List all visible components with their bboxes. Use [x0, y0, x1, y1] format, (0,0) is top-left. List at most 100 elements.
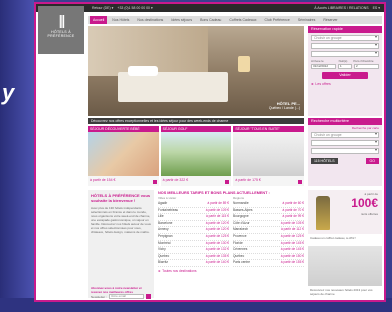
new-hotels-caption[interactable]: Découvrez nos nouveaux hôtels 2013 pour … [308, 286, 382, 298]
gift-promo[interactable]: à partir de 100€ nuits offertes [308, 190, 382, 234]
rate-row[interactable]: Provence à partir de 125 € [233, 234, 304, 241]
rate-row[interactable]: Québec à partir de 150 € [233, 254, 304, 261]
stay-card-image [233, 132, 305, 176]
welcome-column: HÔTELS À PRÉFÉRENCE vous souhaite la bie… [88, 190, 154, 298]
rate-price: à partir de 130 € [205, 240, 229, 245]
rate-price: à partir de 109 € [205, 207, 229, 212]
promo-column: à partir de 100€ nuits offertes Cadeau u… [308, 190, 382, 298]
rate-row[interactable]: Floride à partir de 145 € [233, 241, 304, 248]
nav-item-club[interactable]: Club Préférence [262, 18, 293, 22]
rate-row[interactable]: Montréal à partir de 130 € [158, 241, 229, 248]
rate-row[interactable]: Vichy à partir de 132 € [158, 247, 229, 254]
stay-card-price: à partir de 154 € [90, 178, 116, 182]
newsletter-email-input[interactable]: Votre email [108, 294, 144, 299]
criteria-select-1[interactable]: Choisir un groupe [311, 132, 379, 138]
rate-row[interactable]: Fontainebleau à partir de 109 € [158, 208, 229, 215]
stay-card[interactable]: SÉJOUR DÉCOUVERTE BÉBÉ à partir de 154 € [88, 126, 159, 186]
rate-row[interactable]: Marrakech à partir de 112 € [233, 227, 304, 234]
nav-item-sejours[interactable]: Idées séjours [168, 18, 195, 22]
rate-city: Barcelone [158, 220, 173, 225]
persons-field[interactable]: 2 [354, 64, 379, 69]
brand-logo[interactable]: ||| HÔTELS À PRÉFÉRENCE [38, 6, 84, 54]
rate-city: Annecy [158, 227, 169, 232]
newsletter-submit-button[interactable] [146, 294, 151, 299]
arrow-icon[interactable] [225, 180, 230, 184]
map-search-link[interactable]: Recherche par carte [308, 126, 382, 130]
newsletter-title: Abonnez-vous à notre newsletter et recev… [91, 286, 142, 294]
stay-card-price: à partir de 322 € [162, 178, 189, 182]
rate-city: Biarritz [158, 260, 168, 265]
rate-price: à partir de 132 € [205, 247, 229, 252]
stay-card-image [88, 132, 159, 176]
nav-item-coffrets[interactable]: Coffrets Cadeaux [226, 18, 259, 22]
nav-item-hotels[interactable]: Nos Hôtels [109, 18, 132, 22]
nav-item-destinations[interactable]: Nos destinations [134, 18, 166, 22]
booking-field-row: 31/12/2012 1 2 [311, 64, 379, 69]
all-destinations-link[interactable]: ► Toutes nos destinations [158, 269, 304, 273]
arrow-icon[interactable] [152, 180, 157, 184]
nav-item-seminaires[interactable]: Séminaires [295, 18, 319, 22]
rate-city: Normandie [233, 201, 249, 205]
arrival-date-field[interactable]: 31/12/2012 [311, 64, 336, 69]
criteria-select-2[interactable] [311, 140, 379, 146]
rate-price: à partir de 150 € [280, 253, 304, 258]
rate-price: à partir de 125 € [205, 233, 229, 238]
welcome-text: Avec plus de 130 hôtels indépendants sél… [91, 206, 151, 234]
rate-row[interactable]: Cévennes à partir de 145 € [233, 247, 304, 254]
quick-booking-title: Réservation rapide [308, 26, 382, 33]
hero-pillow [128, 66, 158, 76]
rate-price: à partir de 120 € [205, 220, 229, 225]
rate-price: à partir de 120 € [205, 227, 229, 232]
hotel-select[interactable] [311, 43, 379, 49]
nav-item-reserver[interactable]: Réserver [320, 18, 340, 22]
rate-price: à partir de 70 € [282, 207, 304, 212]
rate-row[interactable]: Perpignan à partir de 125 € [158, 234, 229, 241]
topbar-lang-select[interactable]: ES ▾ [373, 6, 380, 10]
gift-promo-price: 100€ [351, 196, 378, 210]
rate-city: Bourgogne [233, 214, 249, 219]
validate-button[interactable]: Valider [322, 72, 368, 79]
criteria-select-3[interactable] [311, 148, 379, 154]
hero-caption: HÔTEL PE... Québec / Lande (...) [269, 101, 300, 110]
new-hotels-promo[interactable] [308, 246, 382, 286]
stay-card[interactable]: SÉJOUR "TOUS EN SUITE" à partir de 175 € [233, 126, 305, 186]
nav-item-accueil[interactable]: Accueil [90, 16, 108, 24]
arrow-icon[interactable] [298, 180, 303, 184]
nights-field[interactable]: 1 [338, 64, 352, 69]
rate-city: Vichy [158, 247, 166, 252]
quick-booking-panel: Réservation rapide Choisir un groupe Arr… [308, 26, 382, 116]
rate-row[interactable]: Agadir à partir de 89 € [158, 201, 229, 208]
rate-row[interactable]: Barcelone à partir de 120 € [158, 221, 229, 228]
rate-city: Perpignan [158, 233, 173, 238]
best-rates-column: Villes à visiter Agadir à partir de 89 € … [158, 196, 229, 267]
city-select[interactable] [311, 51, 379, 57]
rate-row[interactable]: Bourgogne à partir de 99 € [233, 214, 304, 221]
search-result-row: 115 HÔTELS GO [311, 158, 379, 164]
rate-city: Provence [233, 233, 247, 238]
group-select[interactable]: Choisir un groupe [311, 35, 379, 41]
topbar-access-link[interactable]: À Accès LIBRAIRES / RELATIONS [314, 6, 368, 10]
rate-price: à partir de 115 € [206, 214, 229, 219]
nav-item-bons-cadeau[interactable]: Bons Cadeau [197, 18, 224, 22]
gift-promo-caption[interactable]: Cadeau un coffret cadeau, à offrir ! [308, 234, 382, 242]
rate-row[interactable]: Côte d'Azur à partir de 105 € [233, 221, 304, 228]
multi-criteria-search: Recherche multicritère Recherche par car… [308, 118, 382, 186]
stay-card[interactable]: SÉJOUR GOLF à partir de 322 € [160, 126, 232, 186]
go-button[interactable]: GO [365, 158, 379, 164]
rate-row[interactable]: Biarritz à partir de 140 € [158, 260, 229, 267]
topbar-language[interactable]: Retour (DE) ▾ [92, 6, 113, 10]
rate-price: à partir de 99 € [282, 214, 304, 219]
rate-row[interactable]: Annecy à partir de 120 € [158, 227, 229, 234]
hero-bed [118, 72, 228, 102]
rate-row[interactable]: Basses-Alpes à partir de 70 € [233, 208, 304, 215]
hero-image[interactable]: HÔTEL PE... Québec / Lande (...) [88, 26, 304, 116]
rate-row[interactable]: Normandie à partir de 60 € [233, 201, 304, 208]
rate-row[interactable]: Lille à partir de 115 € [158, 214, 229, 221]
rate-city: Paris centre [233, 260, 251, 265]
rate-price: à partir de 145 € [280, 240, 304, 245]
rate-row[interactable]: Paris centre à partir de 155 € [233, 260, 304, 267]
arrival-label: Arrivée le [311, 59, 324, 63]
rate-row[interactable]: Quebec à partir de 135 € [158, 254, 229, 261]
offers-link[interactable]: ► Les offres [308, 82, 382, 86]
booking-field-labels: Arrivée le Nuit(s) Pers./Chambre [311, 59, 379, 63]
